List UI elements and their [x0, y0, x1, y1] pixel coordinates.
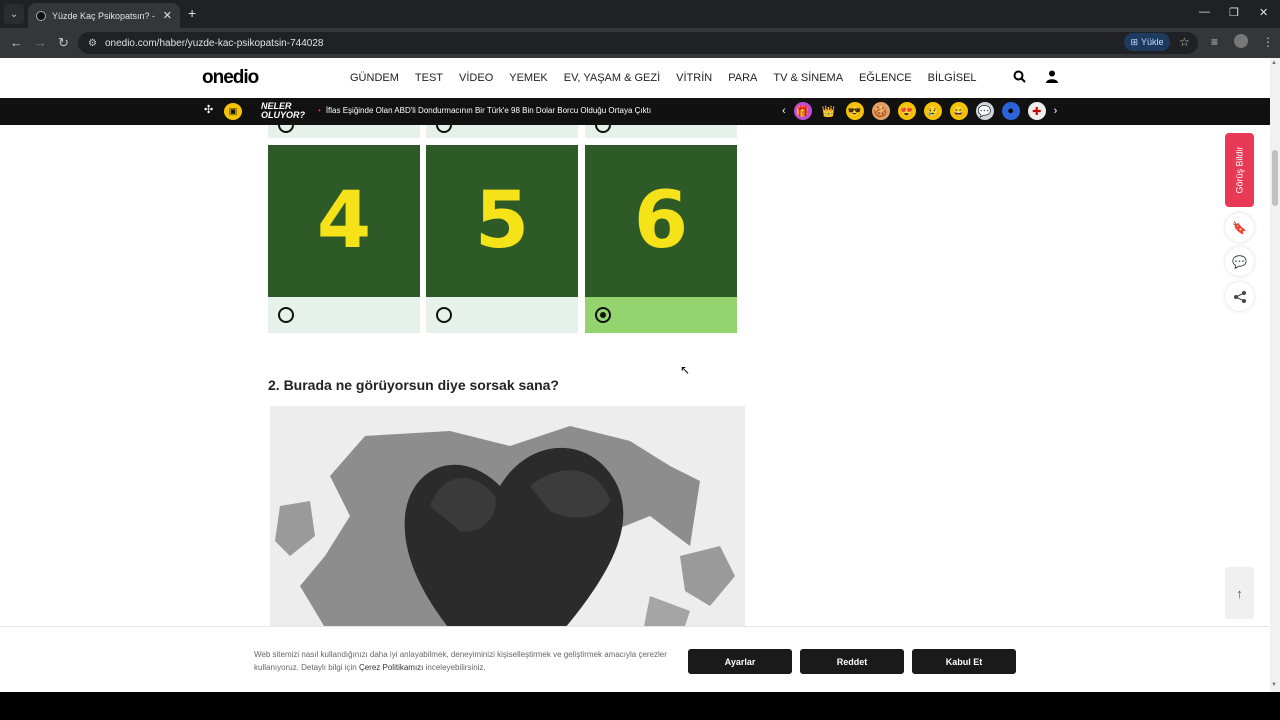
brand-emoji-icon[interactable]: ● — [1001, 102, 1020, 120]
glasses-emoji-icon[interactable]: 😎 — [845, 102, 864, 120]
web-page: 4 5 6 2. Burada ne görüyorsun diye sorsa… — [0, 58, 1270, 692]
mouse-cursor-icon: ↖ — [680, 363, 691, 377]
news-bar: ✣ ▣ NELER OLUYOR? İflas Eşiğinde Olan AB… — [0, 98, 1270, 125]
install-button[interactable]: ⊞ Yükle — [1124, 33, 1170, 51]
cookie-emoji-icon[interactable]: 🍪 — [871, 102, 890, 120]
scroll-to-top-button[interactable]: ↑ — [1225, 567, 1254, 619]
new-tab-icon[interactable]: + — [188, 5, 196, 21]
cookie-accept-button[interactable]: Kabul Et — [912, 649, 1016, 674]
apps-grid-icon[interactable]: ✣ — [204, 103, 213, 116]
tab-search-list-icon[interactable]: ≡ — [1211, 35, 1218, 49]
radio-selected-icon[interactable] — [595, 307, 611, 323]
favicon-icon — [36, 10, 46, 21]
option-image[interactable]: 5 — [426, 145, 578, 297]
cookie-banner: Web sitemizi nasıl kullandığınızı daha i… — [0, 626, 1270, 692]
question-2-title: 2. Burada ne görüyorsun diye sorsak sana… — [268, 377, 559, 393]
scroll-up-icon[interactable]: ▲ — [1271, 60, 1277, 66]
search-icon[interactable] — [1013, 70, 1026, 86]
page-scrollbar[interactable]: ▲ ▼ — [1270, 58, 1280, 692]
url-input[interactable]: ⚙ onedio.com/haber/yuzde-kac-psikopatsin… — [78, 32, 1198, 54]
gift-emoji-icon[interactable]: 🎁 — [793, 102, 812, 120]
bookmark-icon[interactable]: 🔖 — [1225, 213, 1254, 242]
install-icon: ⊞ — [1130, 36, 1139, 47]
menu-item-video[interactable]: VİDEO — [459, 72, 493, 84]
forward-icon[interactable]: → — [34, 35, 47, 50]
menu-item-yemek[interactable]: YEMEK — [509, 72, 548, 84]
address-bar: ← → ↻ ⚙ onedio.com/haber/yuzde-kac-psiko… — [0, 28, 1280, 58]
feedback-button[interactable]: Görüş Bildir — [1225, 133, 1254, 207]
laugh-emoji-icon[interactable]: 😄 — [949, 102, 968, 120]
restore-icon[interactable]: ❐ — [1229, 6, 1239, 19]
heart-eyes-emoji-icon[interactable]: 😍 — [897, 102, 916, 120]
chevron-left-icon[interactable]: ‹ — [782, 105, 786, 117]
site-header: onedio GÜNDEM TEST VİDEO YEMEK EV, YAŞAM… — [0, 58, 1270, 98]
user-icon[interactable] — [1046, 70, 1058, 86]
plus-emoji-icon[interactable]: ✚ — [1027, 102, 1046, 120]
sticker-emoji-icon[interactable]: 💬 — [975, 102, 994, 120]
feedback-label: Görüş Bildir — [1234, 146, 1245, 194]
quiz-option-4[interactable]: 4 — [268, 145, 420, 333]
chevron-right-icon[interactable]: › — [1054, 105, 1058, 117]
option-footer[interactable] — [426, 297, 578, 333]
site-logo[interactable]: onedio — [202, 67, 259, 89]
window-close-icon[interactable]: ✕ — [1259, 6, 1268, 19]
browser-tab[interactable]: Yüzde Kaç Psikopatsın? - Onedio ✕ — [28, 3, 180, 28]
bookmark-star-icon[interactable]: ☆ — [1179, 35, 1190, 49]
option-footer-selected[interactable] — [585, 297, 737, 333]
neler-oluyor-label: NELER OLUYOR? — [261, 101, 305, 120]
sad-emoji-icon[interactable]: 😢 — [923, 102, 942, 120]
previous-option-footer[interactable] — [426, 125, 578, 138]
previous-option-footer[interactable] — [268, 125, 420, 138]
menu-item-ev-yasam-gezi[interactable]: EV, YAŞAM & GEZİ — [564, 72, 660, 84]
cookie-reject-button[interactable]: Reddet — [800, 649, 904, 674]
option-image[interactable]: 6 — [585, 145, 737, 297]
scrollbar-thumb[interactable] — [1272, 150, 1278, 206]
tab-search-icon[interactable]: ⌄ — [4, 4, 24, 24]
radio-icon[interactable] — [278, 307, 294, 323]
crown-emoji-icon[interactable]: 👑 — [820, 102, 838, 120]
menu-item-gundem[interactable]: GÜNDEM — [350, 72, 399, 84]
comments-icon[interactable]: 💬 — [1225, 247, 1254, 276]
browser-tabbar: ⌄ Yüzde Kaç Psikopatsın? - Onedio ✕ + — … — [0, 0, 1280, 28]
minimize-icon[interactable]: — — [1199, 6, 1210, 18]
radio-icon[interactable] — [436, 307, 452, 323]
menu-item-para[interactable]: PARA — [728, 72, 757, 84]
cookie-text: Web sitemizi nasıl kullandığınızı daha i… — [254, 650, 667, 672]
menu-item-eglence[interactable]: EĞLENCE — [859, 72, 912, 84]
scroll-down-icon[interactable]: ▼ — [1271, 682, 1277, 688]
menu-item-test[interactable]: TEST — [415, 72, 443, 84]
back-icon[interactable]: ← — [10, 35, 23, 50]
cookie-settings-button[interactable]: Ayarlar — [688, 649, 792, 674]
site-info-icon[interactable]: ⚙ — [88, 38, 97, 49]
reload-icon[interactable]: ↻ — [58, 35, 69, 51]
menu-item-tv-sinema[interactable]: TV & SİNEMA — [773, 72, 843, 84]
previous-option-footer[interactable] — [585, 125, 737, 138]
option-image[interactable]: 4 — [268, 145, 420, 297]
main-menu: GÜNDEM TEST VİDEO YEMEK EV, YAŞAM & GEZİ… — [350, 72, 977, 84]
menu-item-vitrin[interactable]: VİTRİN — [676, 72, 712, 84]
share-icon[interactable] — [1225, 282, 1254, 311]
tab-close-icon[interactable]: ✕ — [163, 9, 172, 22]
news-badge-icon[interactable]: ▣ — [224, 103, 242, 120]
quiz-option-6[interactable]: 6 — [585, 145, 737, 333]
cookie-policy-link[interactable]: Çerez Politikamızı — [359, 663, 423, 672]
install-label: Yükle — [1141, 37, 1164, 47]
menu-item-bilgisel[interactable]: BİLGİSEL — [928, 72, 977, 84]
url-text: onedio.com/haber/yuzde-kac-psikopatsin-7… — [104, 37, 324, 49]
profile-avatar[interactable] — [1234, 34, 1248, 48]
arrow-up-icon: ↑ — [1236, 585, 1243, 601]
reaction-row: ‹ 🎁 👑 😎 🍪 😍 😢 😄 💬 ● ✚ › — [782, 102, 1057, 120]
option-footer[interactable] — [268, 297, 420, 333]
browser-menu-icon[interactable]: ⋮ — [1262, 35, 1274, 49]
quiz-option-5[interactable]: 5 — [426, 145, 578, 333]
news-headline[interactable]: İflas Eşiğinde Olan ABD'li Dondurmacının… — [318, 106, 651, 115]
tab-title: Yüzde Kaç Psikopatsın? - Onedio — [52, 10, 157, 21]
